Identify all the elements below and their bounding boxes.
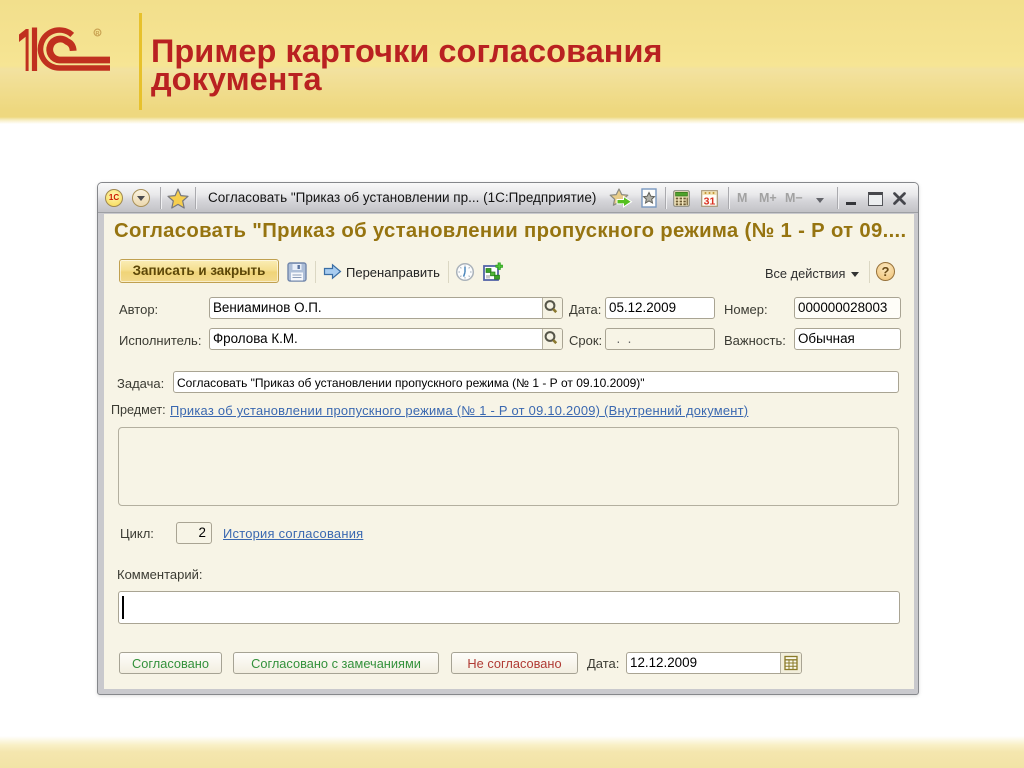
svg-text:R: R (96, 31, 100, 37)
svg-text:31: 31 (704, 196, 716, 207)
